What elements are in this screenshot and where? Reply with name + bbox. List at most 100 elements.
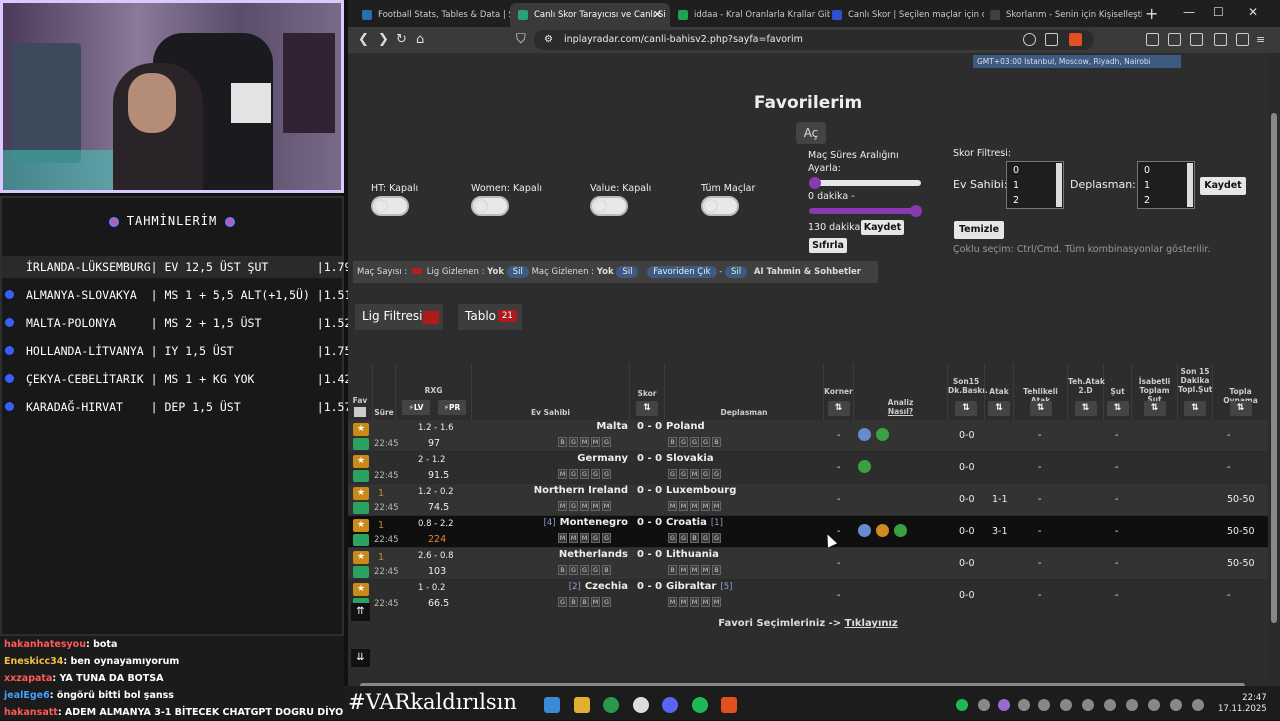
sort-possession-button[interactable]: ⇅ bbox=[1229, 401, 1252, 416]
score-save-button[interactable]: Kaydet bbox=[1200, 177, 1246, 195]
stats-icon[interactable] bbox=[353, 470, 369, 482]
favorite-delete-button[interactable]: Sil bbox=[725, 266, 748, 278]
favorite-star-icon[interactable]: ★ bbox=[353, 487, 369, 500]
tray-icon[interactable] bbox=[1126, 699, 1138, 711]
tray-icon[interactable] bbox=[1104, 699, 1116, 711]
favorite-star-icon[interactable]: ★ bbox=[353, 551, 369, 564]
home-team[interactable]: [2] Czechia bbox=[569, 581, 628, 592]
tray-icon[interactable] bbox=[1148, 699, 1160, 711]
tray-icon[interactable] bbox=[1038, 699, 1050, 711]
table-row[interactable]: ★ 22:45 2 - 1.2 91.5 Germany 0 - 0 Slovakia M G G… bbox=[348, 452, 1268, 484]
browser-tab[interactable]: Football Stats, Tables & Data | Socc bbox=[354, 3, 514, 27]
home-team[interactable]: Germany bbox=[573, 453, 628, 464]
toggle-value[interactable] bbox=[590, 196, 628, 216]
away-team[interactable]: Poland bbox=[666, 421, 709, 432]
browser-tab[interactable]: Canlı Skor Tarayıcısı ve Canlı Si ✕ bbox=[510, 3, 670, 27]
wallet-icon[interactable] bbox=[1236, 33, 1249, 46]
toggle-ht[interactable] bbox=[371, 196, 409, 216]
horizontal-scroll-thumb[interactable] bbox=[360, 683, 1245, 686]
favorite-link[interactable]: Tıklayınız bbox=[845, 618, 898, 629]
tray-icon[interactable] bbox=[998, 699, 1010, 711]
favorite-star-icon[interactable]: ★ bbox=[353, 455, 369, 468]
vertical-scrollbar[interactable] bbox=[1268, 53, 1280, 686]
open-button[interactable]: Aç bbox=[796, 122, 826, 144]
away-team[interactable]: Gibraltar [5] bbox=[666, 581, 732, 592]
sort-shot-button[interactable]: ⇅ bbox=[1106, 401, 1129, 416]
sort-attack-button[interactable]: ⇅ bbox=[988, 401, 1010, 416]
windows-start-icon[interactable] bbox=[544, 697, 560, 713]
tray-icon[interactable] bbox=[1060, 699, 1072, 711]
timezone-select[interactable]: GMT+03:00 Istanbul, Moscow, Riyadh, Nair… bbox=[973, 55, 1181, 68]
maximize-button[interactable]: ☐ bbox=[1213, 5, 1224, 19]
site-info-icon[interactable]: ⚙ bbox=[544, 34, 553, 45]
scroll-top-button[interactable]: ⇈ bbox=[351, 603, 370, 621]
table-row[interactable]: ★ 1 22:45 2.6 - 0.8 103 Netherlands 0 - 0 Lithu… bbox=[348, 548, 1268, 580]
close-window-button[interactable]: ✕ bbox=[1248, 5, 1258, 19]
toggle-all-matches[interactable] bbox=[701, 196, 739, 216]
duration-max-slider[interactable] bbox=[809, 208, 921, 214]
table-row[interactable]: ★ 22:45 1 - 0.2 66.5 [2] Czechia 0 - 0 Gibralta… bbox=[348, 580, 1268, 612]
sort-danger2-button[interactable]: ⇅ bbox=[1074, 401, 1097, 416]
home-icon[interactable]: ⌂ bbox=[416, 32, 424, 47]
stats-icon[interactable] bbox=[353, 566, 369, 578]
ai-chat-dropdown[interactable]: AI Tahmin & Sohbetler bbox=[754, 267, 861, 277]
browser-tab[interactable]: Skorlarım - Senin için Kişiselleştirilm bbox=[982, 3, 1142, 27]
away-team[interactable]: Croatia [1] bbox=[666, 517, 723, 528]
url-field[interactable]: ⚙ inplayradar.com/canli-bahisv2.php?sayf… bbox=[534, 30, 1094, 50]
away-team[interactable]: Luxembourg bbox=[666, 485, 740, 496]
analysis-icon[interactable] bbox=[858, 428, 871, 441]
tray-icon[interactable] bbox=[978, 699, 990, 711]
list-scrollbar[interactable] bbox=[1056, 163, 1062, 207]
app-icon[interactable] bbox=[603, 697, 619, 713]
download-icon[interactable] bbox=[1190, 33, 1203, 46]
duration-min-knob[interactable] bbox=[809, 177, 821, 189]
forward-icon[interactable]: ❯ bbox=[378, 32, 389, 47]
table-row[interactable]: ★ 22:45 1.2 - 1.6 97 Malta 0 - 0 Poland B G M M G B G… bbox=[348, 420, 1268, 452]
toggle-women[interactable] bbox=[471, 196, 509, 216]
tray-spotify-icon[interactable] bbox=[956, 699, 968, 711]
remove-favorite-button[interactable]: Favoriden Çık bbox=[647, 266, 717, 278]
away-score-list[interactable]: 0 1 2 bbox=[1137, 161, 1195, 209]
table-row[interactable]: ★ 1 22:45 1.2 - 0.2 74.5 Northern Ireland 0 - … bbox=[348, 484, 1268, 516]
stats-icon[interactable] bbox=[353, 438, 369, 450]
analysis-icon[interactable] bbox=[858, 460, 871, 473]
home-team[interactable]: [4] Montenegro bbox=[544, 517, 628, 528]
volume-icon[interactable] bbox=[1170, 699, 1182, 711]
browser-tab[interactable]: iddaa - Kral Oranlarla Krallar Gibi K bbox=[670, 3, 830, 27]
favorite-star-icon[interactable]: ★ bbox=[353, 583, 369, 596]
analysis-icon[interactable] bbox=[876, 524, 889, 537]
close-tab-icon[interactable]: ✕ bbox=[653, 8, 662, 21]
away-team[interactable]: Slovakia bbox=[666, 453, 718, 464]
sort-pr-button[interactable]: ⚡PR bbox=[438, 400, 466, 415]
zoom-icon[interactable] bbox=[1023, 33, 1036, 46]
sort-son15-shot-button[interactable]: ⇅ bbox=[1184, 401, 1206, 416]
sort-on-target-button[interactable]: ⇅ bbox=[1143, 401, 1166, 416]
discord-icon[interactable] bbox=[662, 697, 678, 713]
table-row[interactable]: ★ 1 22:45 0.8 - 2.2 224 [4] Montenegro 0 - 0 Cro… bbox=[348, 516, 1268, 548]
analysis-icon[interactable] bbox=[876, 428, 889, 441]
sort-son15-button[interactable]: ⇅ bbox=[955, 401, 977, 416]
scroll-bottom-button[interactable]: ⇊ bbox=[351, 649, 370, 667]
favorite-star-icon[interactable]: ★ bbox=[353, 423, 369, 436]
favorite-star-icon[interactable]: ★ bbox=[353, 519, 369, 532]
sort-corner-button[interactable]: ⇅ bbox=[827, 401, 850, 416]
brave-shield-icon[interactable] bbox=[1069, 33, 1082, 46]
horizontal-scrollbar[interactable] bbox=[348, 680, 1268, 686]
puzzle-icon[interactable] bbox=[1168, 33, 1181, 46]
bookmark-icon[interactable]: ⛉ bbox=[516, 32, 526, 47]
tray-icon[interactable] bbox=[1018, 699, 1030, 711]
list-scrollbar[interactable] bbox=[1187, 163, 1193, 207]
stats-icon[interactable] bbox=[353, 534, 369, 546]
sort-dangerous-button[interactable]: ⇅ bbox=[1029, 401, 1052, 416]
spotify-icon[interactable] bbox=[692, 697, 708, 713]
stats-icon[interactable] bbox=[353, 502, 369, 514]
browser-tab[interactable]: Canlı Skor | Seçilen maçlar için canl bbox=[824, 3, 984, 27]
sort-score-button[interactable]: ⇅ bbox=[636, 401, 658, 416]
network-icon[interactable] bbox=[1192, 699, 1204, 711]
home-score-list[interactable]: 0 1 2 bbox=[1006, 161, 1064, 209]
league-delete-button[interactable]: Sil bbox=[506, 266, 529, 278]
sidebar-icon[interactable] bbox=[1214, 33, 1227, 46]
home-team[interactable]: Malta bbox=[592, 421, 628, 432]
new-tab-button[interactable]: + bbox=[1145, 4, 1158, 23]
share-icon[interactable] bbox=[1045, 33, 1058, 46]
